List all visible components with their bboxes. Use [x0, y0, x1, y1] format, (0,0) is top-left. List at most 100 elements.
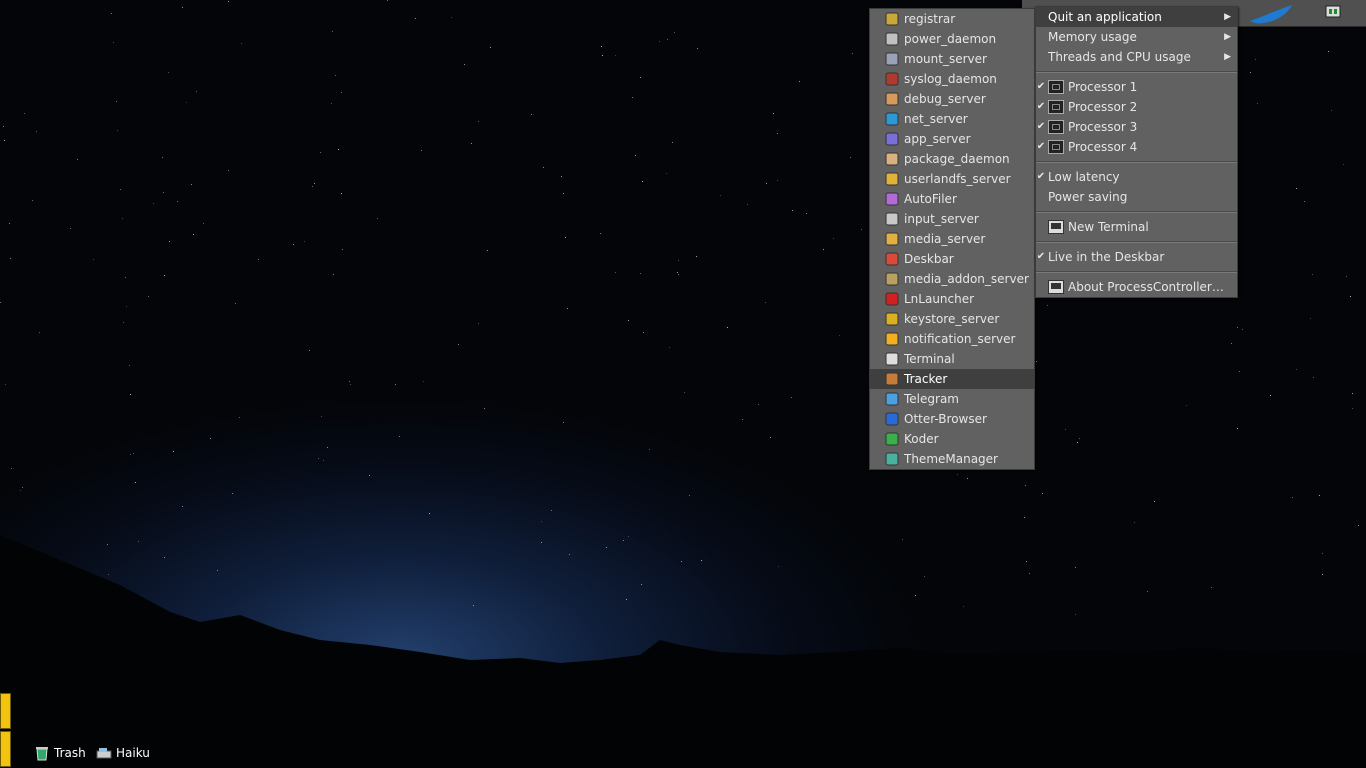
app-menu-item[interactable]: Otter-Browser	[870, 409, 1034, 429]
main-menu-item[interactable]: Quit an application ▶	[1036, 7, 1237, 27]
media-box-icon	[884, 231, 900, 247]
app-menu-item[interactable]: syslog_daemon	[870, 69, 1034, 89]
app-menu-item-label: LnLauncher	[904, 292, 975, 306]
app-menu-item[interactable]: mount_server	[870, 49, 1034, 69]
app-menu-item[interactable]: ThemeManager	[870, 449, 1034, 469]
app-menu-item-label: ThemeManager	[904, 452, 998, 466]
app-menu-item[interactable]: debug_server	[870, 89, 1034, 109]
app-menu-item[interactable]: userlandfs_server	[870, 169, 1034, 189]
cpu-icon	[1048, 100, 1064, 114]
mount-drive-icon	[884, 51, 900, 67]
menu-separator	[1036, 157, 1237, 167]
userlandfs-icon	[884, 171, 900, 187]
main-menu-item[interactable]: ✔ Low latency	[1036, 167, 1237, 187]
main-menu-item[interactable]: ✔ Processor 4	[1036, 137, 1237, 157]
app-menu-item-label: userlandfs_server	[904, 172, 1011, 186]
main-menu-item[interactable]: Threads and CPU usage ▶	[1036, 47, 1237, 67]
menu-separator	[1036, 237, 1237, 247]
main-menu-item-label: Live in the Deskbar	[1048, 250, 1165, 264]
haiku-leaf-icon[interactable]	[1248, 3, 1296, 25]
main-menu-item-label: About ProcessController…	[1068, 280, 1224, 294]
menu-separator	[1036, 67, 1237, 77]
checkmark-icon: ✔	[1036, 141, 1046, 152]
main-menu-item[interactable]: Power saving	[1036, 187, 1237, 207]
app-menu-item[interactable]: Telegram	[870, 389, 1034, 409]
input-icon	[884, 211, 900, 227]
telegram-icon	[884, 391, 900, 407]
app-menu-item[interactable]: LnLauncher	[870, 289, 1034, 309]
main-menu-item-label: Processor 1	[1068, 80, 1138, 94]
app-menu-item-label: Terminal	[904, 352, 955, 366]
main-menu-item-label: New Terminal	[1068, 220, 1149, 234]
main-menu-item-label: Processor 4	[1068, 140, 1138, 154]
app-server-icon	[884, 131, 900, 147]
main-menu-item-label: Quit an application	[1048, 10, 1162, 24]
app-menu-item[interactable]: Terminal	[870, 349, 1034, 369]
trash-icon	[36, 747, 48, 761]
checkmark-icon: ✔	[1036, 121, 1046, 132]
app-menu-item-label: Koder	[904, 432, 939, 446]
koder-icon	[884, 431, 900, 447]
main-menu-item[interactable]: ✔ Processor 2	[1036, 97, 1237, 117]
submenu-arrow-icon: ▶	[1224, 12, 1231, 22]
app-menu-item[interactable]: input_server	[870, 209, 1034, 229]
app-menu-item[interactable]: package_daemon	[870, 149, 1034, 169]
app-menu-item-label: input_server	[904, 212, 979, 226]
submenu-arrow-icon: ▶	[1224, 52, 1231, 62]
app-menu-item[interactable]: Koder	[870, 429, 1034, 449]
app-menu-item[interactable]: Deskbar	[870, 249, 1034, 269]
autofiler-icon	[884, 191, 900, 207]
package-icon	[884, 151, 900, 167]
submenu-arrow-icon: ▶	[1224, 32, 1231, 42]
app-menu-item[interactable]: media_addon_server	[870, 269, 1034, 289]
app-menu-item[interactable]: app_server	[870, 129, 1034, 149]
app-menu-item-label: media_server	[904, 232, 986, 246]
quit-application-submenu: registrar power_daemon mount_server syslog_…	[869, 8, 1035, 470]
window-tab-1[interactable]	[0, 693, 11, 729]
browser-icon	[884, 411, 900, 427]
app-menu-item-label: net_server	[904, 112, 968, 126]
app-menu-item[interactable]: net_server	[870, 109, 1034, 129]
desktop-icon-label: Haiku	[116, 746, 150, 760]
app-menu-item-label: Tracker	[904, 372, 948, 386]
tracker-icon	[884, 371, 900, 387]
app-menu-item[interactable]: power_daemon	[870, 29, 1034, 49]
main-menu-item-label: Processor 2	[1068, 100, 1138, 114]
main-menu-item-label: Memory usage	[1048, 30, 1137, 44]
main-menu-item[interactable]: New Terminal	[1036, 217, 1237, 237]
terminal-icon	[884, 351, 900, 367]
main-menu-item[interactable]: ✔ Processor 3	[1036, 117, 1237, 137]
drive-icon	[96, 748, 112, 759]
process-controller-icon[interactable]	[1324, 3, 1342, 21]
app-menu-item-label: app_server	[904, 132, 971, 146]
app-menu-item-label: AutoFiler	[904, 192, 957, 206]
window-tab-2[interactable]	[0, 731, 11, 767]
cpu-icon	[1048, 120, 1064, 134]
app-menu-item-label: debug_server	[904, 92, 986, 106]
app-menu-item[interactable]: Tracker	[870, 369, 1034, 389]
checkmark-icon: ✔	[1036, 251, 1046, 262]
process-controller-menu: Quit an application ▶ Memory usage ▶ Threads…	[1035, 6, 1238, 298]
app-menu-item-label: Otter-Browser	[904, 412, 987, 426]
terminal-icon	[1048, 220, 1064, 234]
main-menu-item[interactable]: About ProcessController…	[1036, 277, 1237, 297]
main-menu-item[interactable]: ✔ Processor 1	[1036, 77, 1237, 97]
main-menu-item-label: Power saving	[1048, 190, 1128, 204]
main-menu-item[interactable]: ✔ Live in the Deskbar	[1036, 247, 1237, 267]
cpu-icon	[1048, 80, 1064, 94]
app-menu-item[interactable]: registrar	[870, 9, 1034, 29]
media-addon-icon	[884, 271, 900, 287]
registrar-icon	[884, 11, 900, 27]
checkmark-icon: ✔	[1036, 101, 1046, 112]
app-menu-item[interactable]: keystore_server	[870, 309, 1034, 329]
app-menu-item-label: Telegram	[904, 392, 959, 406]
launcher-icon	[884, 291, 900, 307]
deskbar-icon	[884, 251, 900, 267]
app-menu-item-label: package_daemon	[904, 152, 1010, 166]
main-menu-item[interactable]: Memory usage ▶	[1036, 27, 1237, 47]
cpu-icon	[1048, 140, 1064, 154]
app-menu-item[interactable]: media_server	[870, 229, 1034, 249]
main-menu-item-label: Processor 3	[1068, 120, 1138, 134]
app-menu-item[interactable]: notification_server	[870, 329, 1034, 349]
app-menu-item[interactable]: AutoFiler	[870, 189, 1034, 209]
